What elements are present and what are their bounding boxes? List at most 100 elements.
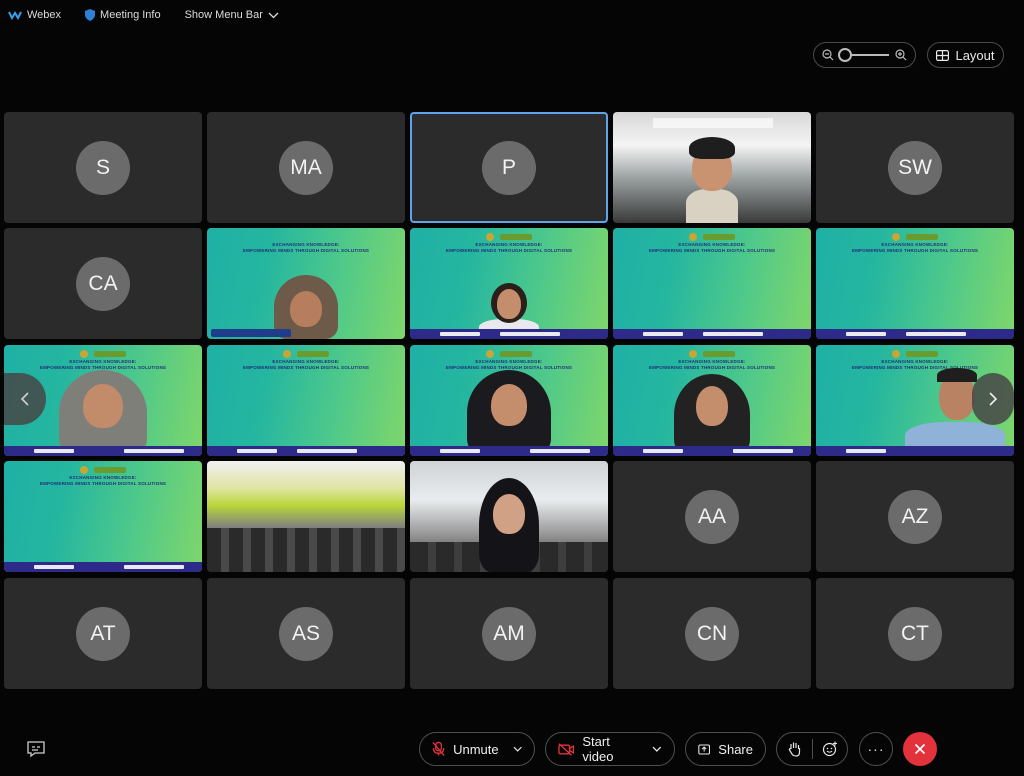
participant-avatar: AA <box>685 489 739 544</box>
slide-logo <box>80 350 126 358</box>
participant-tile[interactable]: AM <box>410 578 608 689</box>
participant-tile[interactable]: AA <box>613 461 811 572</box>
slide-title: EXCHANGING KNOWLEDGE: EMPOWERING MINDS TH… <box>242 242 370 253</box>
participant-video-tile[interactable]: EXCHANGING KNOWLEDGE: EMPOWERING MINDS TH… <box>410 228 608 339</box>
reactions-group <box>776 732 848 766</box>
slide-logo <box>892 233 938 241</box>
participant-tile[interactable]: S <box>4 112 202 223</box>
participant-tile[interactable]: AS <box>207 578 405 689</box>
slide-footer <box>207 446 405 456</box>
zoom-in-icon[interactable] <box>895 49 907 61</box>
slide-footer <box>410 446 608 456</box>
slide-logo <box>892 350 938 358</box>
participant-avatar: AZ <box>888 489 942 544</box>
hand-icon <box>788 742 801 757</box>
participant-avatar: AS <box>279 606 333 661</box>
slide-logo-strip <box>211 329 291 337</box>
show-menu-bar-label: Show Menu Bar <box>184 9 263 21</box>
participant-avatar: S <box>76 140 130 195</box>
participant-video-tile[interactable]: EXCHANGING KNOWLEDGE: EMPOWERING MINDS TH… <box>816 228 1014 339</box>
chevron-down-icon[interactable] <box>513 746 522 752</box>
zoom-out-icon[interactable] <box>822 49 834 61</box>
layout-label: Layout <box>955 47 995 63</box>
slide-title: EXCHANGING KNOWLEDGE: EMPOWERING MINDS TH… <box>648 242 776 253</box>
show-menu-bar-button[interactable]: Show Menu Bar <box>185 9 279 21</box>
participant-tile-active-speaker[interactable]: P <box>410 112 608 223</box>
slide-logo <box>689 233 735 241</box>
participant-tile[interactable]: AZ <box>816 461 1014 572</box>
participant-video-tile[interactable]: EXCHANGING KNOWLEDGE: EMPOWERING MINDS TH… <box>207 228 405 339</box>
participant-video-tile[interactable]: EXCHANGING KNOWLEDGE: EMPOWERING MINDS TH… <box>410 345 608 456</box>
microphone-muted-icon <box>432 741 445 756</box>
start-video-button[interactable]: Start video <box>545 732 675 766</box>
share-screen-icon <box>698 743 711 755</box>
participant-tile[interactable]: CT <box>816 578 1014 689</box>
grid-layout-icon <box>936 49 950 61</box>
participant-video-person <box>479 472 539 572</box>
slide-title: EXCHANGING KNOWLEDGE: EMPOWERING MINDS TH… <box>445 242 573 253</box>
webex-logo-icon <box>8 11 22 20</box>
zoom-slider[interactable] <box>838 48 889 62</box>
slide-footer <box>816 329 1014 339</box>
layout-button[interactable]: Layout <box>927 42 1004 68</box>
chevron-left-icon <box>20 392 29 406</box>
participant-video-tile[interactable] <box>207 461 405 572</box>
participant-tile[interactable]: AT <box>4 578 202 689</box>
participant-avatar: CT <box>888 606 942 661</box>
leave-meeting-button[interactable] <box>903 732 937 766</box>
slide-title: EXCHANGING KNOWLEDGE: EMPOWERING MINDS TH… <box>242 359 370 370</box>
slide-footer <box>613 329 811 339</box>
participant-grid: S MA P SW CA EXCHANGING KNOWLEDGE: EMPOWE… <box>4 112 1016 692</box>
unmute-label: Unmute <box>453 741 499 757</box>
participant-video-tile[interactable] <box>410 461 608 572</box>
participant-avatar: AM <box>482 606 536 661</box>
slide-logo <box>486 350 532 358</box>
participant-avatar: CN <box>685 606 739 661</box>
emoji-reaction-icon <box>822 741 837 757</box>
more-options-label: ··· <box>867 741 885 757</box>
participant-video-tile[interactable]: EXCHANGING KNOWLEDGE: EMPOWERING MINDS TH… <box>4 461 202 572</box>
participant-video-person <box>668 127 756 223</box>
participant-video-person <box>668 374 756 456</box>
meeting-controls-bar: Unmute Start video Share ··· <box>0 728 1024 772</box>
participant-tile[interactable]: SW <box>816 112 1014 223</box>
app-name: Webex <box>27 9 62 21</box>
slide-logo <box>80 466 126 474</box>
chevron-down-icon[interactable] <box>652 746 662 752</box>
participant-tile[interactable]: CA <box>4 228 202 339</box>
participant-video-tile[interactable]: EXCHANGING KNOWLEDGE: EMPOWERING MINDS TH… <box>207 345 405 456</box>
participant-tile[interactable]: MA <box>207 112 405 223</box>
participant-video-tile[interactable]: EXCHANGING KNOWLEDGE: EMPOWERING MINDS TH… <box>613 228 811 339</box>
captions-icon[interactable] <box>26 740 46 758</box>
slide-footer <box>816 446 1014 456</box>
slide-footer <box>410 329 608 339</box>
participant-video-tile[interactable] <box>613 112 811 223</box>
share-button[interactable]: Share <box>685 732 766 766</box>
camera-off-icon <box>558 742 575 756</box>
slide-title: EXCHANGING KNOWLEDGE: EMPOWERING MINDS TH… <box>39 475 167 486</box>
meeting-info-label: Meeting Info <box>100 9 161 21</box>
next-page-button[interactable] <box>972 373 1014 425</box>
zoom-slider-knob[interactable] <box>838 48 852 62</box>
start-video-label: Start video <box>582 734 614 764</box>
meeting-info-button[interactable]: Meeting Info <box>85 9 161 21</box>
participant-video-person <box>53 370 153 456</box>
participant-avatar: CA <box>76 256 130 311</box>
app-menu[interactable]: Webex <box>8 9 61 21</box>
reactions-button[interactable] <box>813 732 847 766</box>
share-label: Share <box>718 741 753 757</box>
slide-footer <box>613 446 811 456</box>
participant-tile[interactable]: CN <box>613 578 811 689</box>
chevron-down-icon <box>268 12 279 18</box>
more-options-button[interactable]: ··· <box>859 732 893 766</box>
unmute-button[interactable]: Unmute <box>419 732 535 766</box>
raise-hand-button[interactable] <box>777 732 812 766</box>
slide-title: EXCHANGING KNOWLEDGE: EMPOWERING MINDS TH… <box>648 359 776 370</box>
audience-seats <box>207 528 405 572</box>
zoom-control[interactable] <box>813 42 916 68</box>
slide-title: EXCHANGING KNOWLEDGE: EMPOWERING MINDS TH… <box>851 242 979 253</box>
slide-footer <box>4 446 202 456</box>
title-bar: Webex Meeting Info Show Menu Bar <box>0 0 1024 30</box>
participant-video-tile[interactable]: EXCHANGING KNOWLEDGE: EMPOWERING MINDS TH… <box>613 345 811 456</box>
slide-logo <box>486 233 532 241</box>
